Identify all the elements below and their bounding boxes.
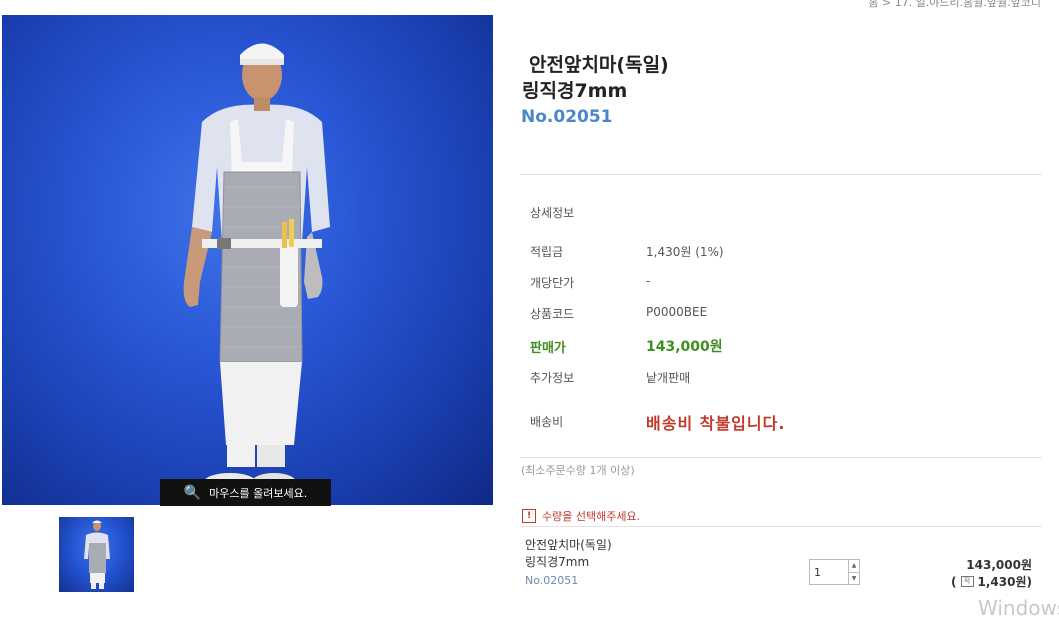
quantity-down-icon[interactable]: ▼ xyxy=(849,573,859,585)
points-icon: 적 xyxy=(960,576,974,587)
option-name: 안전앞치마(독일) 링직경7mm xyxy=(525,537,612,571)
zoom-hint-banner: 🔍 마우스를 올려보세요. xyxy=(160,479,331,506)
option-name-line2: 링직경7mm xyxy=(525,555,590,569)
product-code-label: 상품코드 xyxy=(530,307,575,321)
option-price: 143,000원 xyxy=(966,558,1032,572)
thumbnail-illustration xyxy=(84,520,110,589)
sale-price-value: 143,000원 xyxy=(646,339,723,355)
option-points: ( 적 1,430원) xyxy=(951,573,1032,590)
product-main-image[interactable] xyxy=(2,15,493,505)
extra-info-label: 추가정보 xyxy=(530,371,575,385)
zoom-hint-text: 마우스를 올려보세요. xyxy=(209,486,308,500)
details-section-label: 상세정보 xyxy=(530,206,575,220)
breadcrumb[interactable]: 홈 > 17. 일.야드리.홈월.앞월.앞코디 xyxy=(868,0,1041,10)
shipping-value: 배송비 착불입니다. xyxy=(646,414,786,433)
extra-info-value: 낱개판매 xyxy=(646,371,691,385)
os-watermark: Windows xyxy=(978,596,1059,620)
points-value: 1,430원 (1%) xyxy=(646,245,724,259)
product-code-value: P0000BEE xyxy=(646,305,708,319)
sale-price-label: 판매가 xyxy=(530,341,566,356)
min-order-note: (최소주문수량 1개 이상) xyxy=(521,464,635,477)
points-label: 적립금 xyxy=(530,245,564,259)
option-number: No.02051 xyxy=(525,574,579,587)
option-name-line1: 안전앞치마(독일) xyxy=(525,538,612,552)
warning-icon: ! xyxy=(522,509,536,523)
product-title-line1: 안전앞치마(독일) xyxy=(529,54,669,76)
product-number: No.02051 xyxy=(521,107,613,127)
quantity-notice-text: 수량을 선택해주세요. xyxy=(542,510,641,523)
unit-price-value: - xyxy=(646,274,651,288)
quantity-notice: ! 수량을 선택해주세요. xyxy=(522,508,640,524)
unit-price-label: 개당단가 xyxy=(530,276,575,290)
quantity-stepper[interactable]: ▲ ▼ xyxy=(809,559,860,585)
quantity-input[interactable] xyxy=(810,560,848,584)
product-title-line2: 링직경7mm xyxy=(522,80,628,102)
quantity-up-icon[interactable]: ▲ xyxy=(849,560,859,573)
option-points-value: 1,430원) xyxy=(977,575,1032,589)
divider xyxy=(520,174,1042,175)
shipping-label: 배송비 xyxy=(530,415,564,429)
product-title: 안전앞치마(독일) 링직경7mm xyxy=(522,52,669,104)
magnifier-icon: 🔍 xyxy=(183,484,202,501)
option-points-open: ( xyxy=(951,574,957,589)
divider xyxy=(520,526,1042,527)
apron-model-illustration xyxy=(183,43,330,491)
product-thumbnail[interactable] xyxy=(59,517,134,592)
divider xyxy=(520,457,1042,458)
